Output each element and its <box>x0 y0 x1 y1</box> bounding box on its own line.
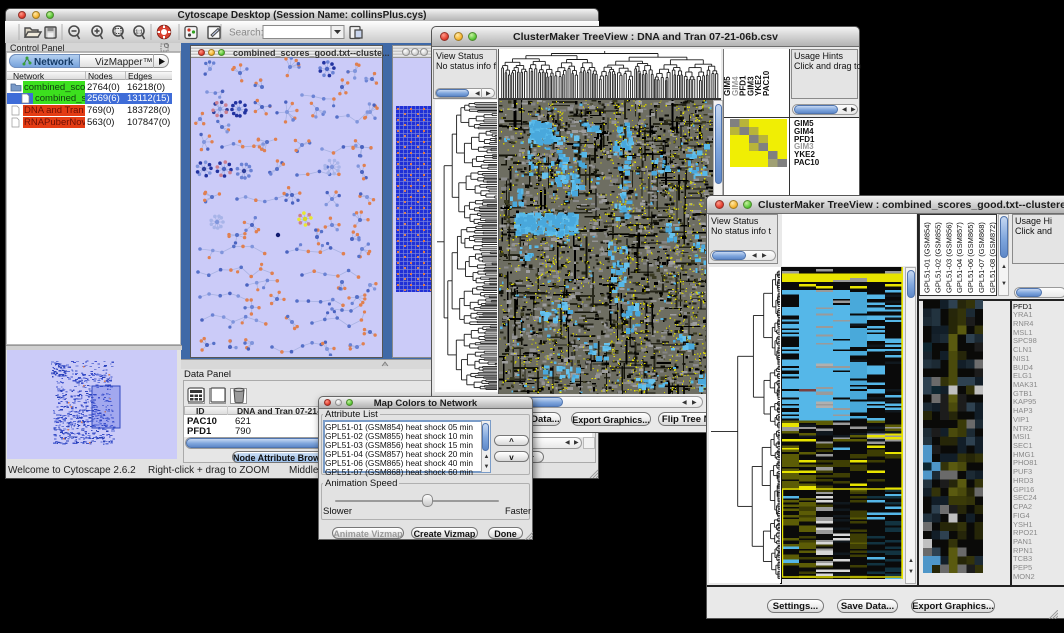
svg-text:Search:: Search: <box>229 28 263 39</box>
svg-text:1:1: 1:1 <box>135 30 142 36</box>
